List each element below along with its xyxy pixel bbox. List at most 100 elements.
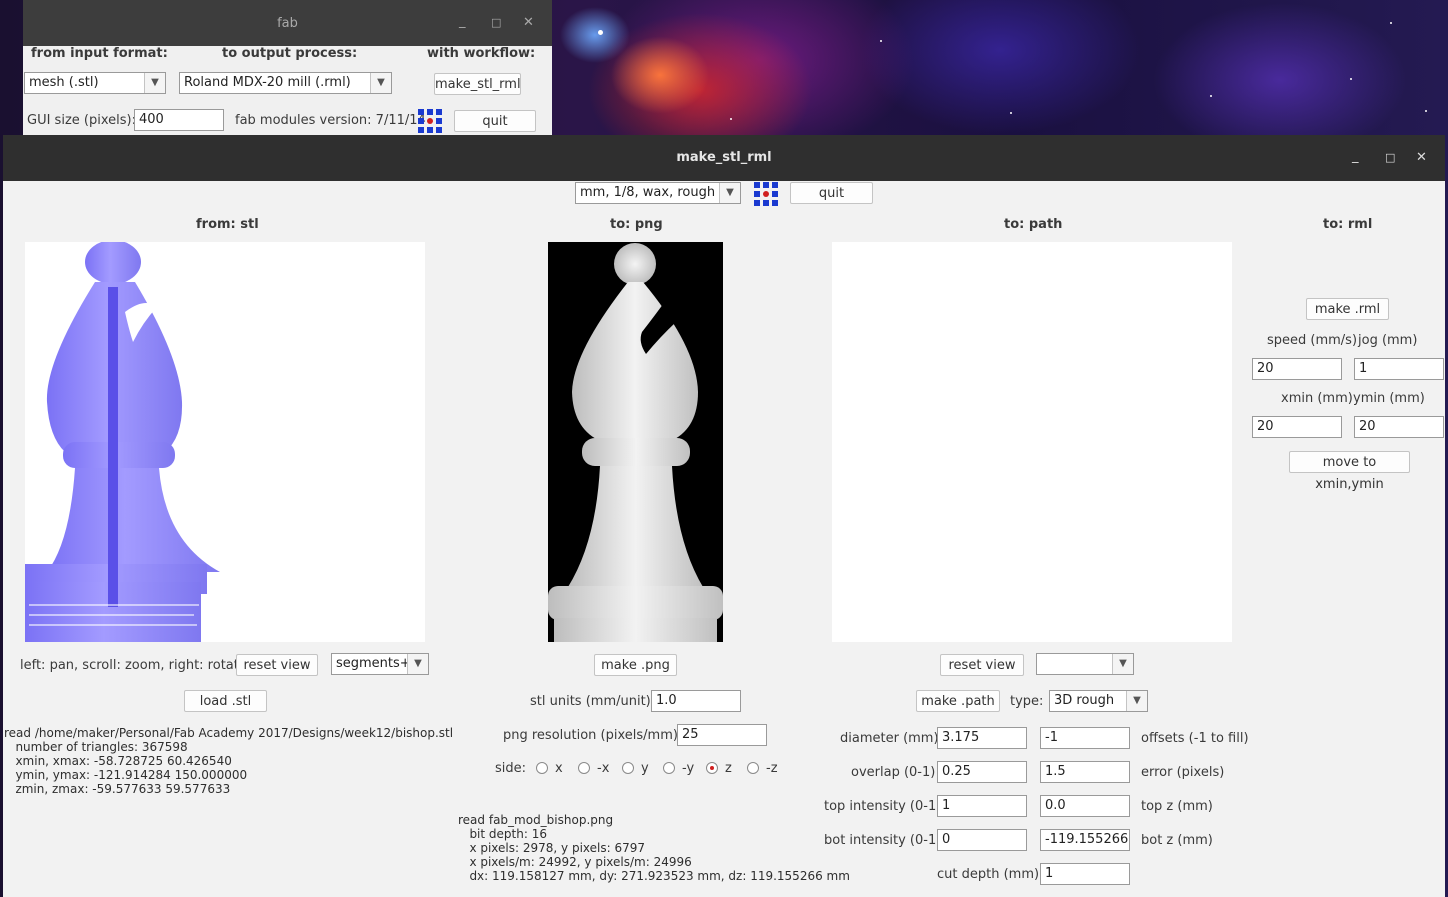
log-line: x pixels/m: 24992, y pixels/m: 24996 — [458, 855, 692, 869]
make-path-button[interactable]: make .path — [916, 690, 1000, 712]
offsets-input[interactable]: -1 — [1040, 727, 1130, 749]
log-line: bit depth: 16 — [458, 827, 547, 841]
fab-logo-icon — [754, 182, 778, 206]
top-z-input[interactable]: 0.0 — [1040, 795, 1130, 817]
log-line: ymin, ymax: -121.914284 150.000000 — [4, 768, 248, 782]
close-icon[interactable]: ✕ — [1416, 150, 1427, 165]
chevron-down-icon: ▼ — [1112, 654, 1133, 674]
path-type-label: type: — [1010, 694, 1044, 709]
minimize-icon[interactable]: _ — [1352, 149, 1359, 164]
top-intensity-label: top intensity (0-1) — [824, 799, 942, 814]
xmin-label: xmin (mm) — [1281, 391, 1353, 406]
side-option-label: x — [555, 761, 563, 776]
input-format-select[interactable]: mesh (.stl) ▼ — [24, 72, 166, 94]
log-line: dx: 119.158127 mm, dy: 271.923523 mm, dz… — [458, 869, 850, 883]
version-text: fab modules version: 7/11/14 — [235, 113, 426, 128]
error-label: error (pixels) — [1141, 765, 1225, 780]
bot-intensity-label: bot intensity (0-1) — [824, 833, 942, 848]
rml-header: to: rml — [1323, 217, 1373, 232]
png-viewer-canvas[interactable] — [548, 242, 723, 642]
error-input[interactable]: 1.5 — [1040, 761, 1130, 783]
stl-view-hint: left: pan, scroll: zoom, right: rotate — [20, 658, 247, 673]
output-process-select[interactable]: Roland MDX-20 mill (.rml) ▼ — [179, 72, 392, 94]
speed-label: speed (mm/s) — [1267, 333, 1358, 348]
overlap-label: overlap (0-1) — [851, 765, 936, 780]
stl-units-label: stl units (mm/unit): — [530, 694, 656, 709]
workflow-button[interactable]: make_stl_rml — [434, 73, 521, 95]
main-quit-button[interactable]: quit — [790, 182, 873, 204]
side-radio-neg-z[interactable] — [747, 762, 759, 774]
preset-select[interactable]: mm, 1/8, wax, rough ▼ — [575, 182, 741, 204]
make-stl-rml-window: make_stl_rml _ □ ✕ mm, 1/8, wax, rough ▼… — [3, 135, 1445, 897]
cut-depth-input[interactable]: 1 — [1040, 863, 1130, 885]
jog-label: jog (mm) — [1358, 333, 1418, 348]
chevron-down-icon: ▼ — [144, 73, 165, 93]
side-option-label: -x — [597, 761, 610, 776]
fab-window-title: fab — [23, 0, 552, 46]
star — [1425, 110, 1427, 112]
input-format-header: from input format: — [31, 46, 168, 61]
fab-quit-button[interactable]: quit — [454, 110, 536, 132]
side-radio-neg-y[interactable] — [663, 762, 675, 774]
chevron-down-icon: ▼ — [1126, 691, 1147, 711]
stl-bishop-render — [25, 240, 220, 642]
star — [598, 30, 603, 35]
log-line: read /home/maker/Personal/Fab Academy 20… — [4, 726, 454, 740]
side-radio-x[interactable] — [536, 762, 548, 774]
star — [1390, 22, 1392, 24]
bot-intensity-input[interactable]: 0 — [937, 829, 1027, 851]
star — [1350, 78, 1352, 80]
side-option-label: -z — [766, 761, 778, 776]
path-type-select[interactable]: 3D rough ▼ — [1049, 690, 1148, 712]
stl-reset-view-button[interactable]: reset view — [236, 654, 318, 676]
bot-z-input[interactable]: -119.155266 — [1040, 829, 1130, 851]
maximize-icon[interactable]: □ — [491, 16, 501, 29]
gui-size-input[interactable]: 400 — [134, 109, 224, 131]
side-radio-z[interactable] — [706, 762, 718, 774]
path-viewer-canvas[interactable] — [832, 242, 1232, 642]
side-option-label: -y — [682, 761, 695, 776]
minimize-icon[interactable]: _ — [459, 14, 466, 29]
workflow-header: with workflow: — [427, 46, 536, 61]
top-intensity-input[interactable]: 1 — [937, 795, 1027, 817]
chevron-down-icon: ▼ — [719, 183, 740, 203]
side-option-label: z — [725, 761, 732, 776]
top-z-label: top z (mm) — [1141, 799, 1213, 814]
fab-window: fab _ □ ✕ from input format: to output p… — [23, 0, 552, 135]
side-option-label: y — [641, 761, 649, 776]
cut-depth-label: cut depth (mm) — [937, 867, 1040, 882]
xmin-input[interactable]: 20 — [1252, 416, 1342, 438]
move-to-xmin-ymin-button[interactable]: move to xmin,ymin — [1289, 451, 1410, 492]
path-reset-view-button[interactable]: reset view — [940, 654, 1024, 676]
bot-z-label: bot z (mm) — [1141, 833, 1213, 848]
diameter-input[interactable]: 3.175 — [937, 727, 1027, 749]
make-png-button[interactable]: make .png — [594, 654, 677, 676]
stl-viewer-canvas[interactable] — [25, 240, 425, 642]
log-line: x pixels: 2978, y pixels: 6797 — [458, 841, 646, 855]
overlap-input[interactable]: 0.25 — [937, 761, 1027, 783]
star — [1210, 95, 1212, 97]
main-window-title: make_stl_rml — [3, 135, 1445, 181]
png-log: read fab_mod_bishop.png bit depth: 16 x … — [458, 813, 850, 883]
side-radio-y[interactable] — [622, 762, 634, 774]
maximize-icon[interactable]: □ — [1385, 151, 1395, 164]
stl-header: from: stl — [196, 217, 259, 232]
stl-mode-select[interactable]: segments+ ▼ — [331, 653, 429, 675]
chevron-down-icon: ▼ — [407, 654, 428, 674]
speed-input[interactable]: 20 — [1252, 358, 1342, 380]
fab-logo-icon — [418, 109, 442, 133]
log-line: read fab_mod_bishop.png — [458, 813, 614, 827]
load-stl-button[interactable]: load .stl — [184, 690, 267, 712]
side-radio-neg-x[interactable] — [578, 762, 590, 774]
png-resolution-label: png resolution (pixels/mm): — [503, 728, 683, 743]
close-icon[interactable]: ✕ — [523, 15, 534, 30]
diameter-label: diameter (mm) — [840, 731, 939, 746]
stl-units-input[interactable]: 1.0 — [651, 690, 741, 712]
ymin-input[interactable]: 20 — [1354, 416, 1444, 438]
jog-input[interactable]: 1 — [1354, 358, 1444, 380]
side-label: side: — [495, 761, 527, 776]
path-view-select[interactable]: ▼ — [1036, 653, 1134, 675]
make-rml-button[interactable]: make .rml — [1306, 298, 1389, 320]
stl-log: read /home/maker/Personal/Fab Academy 20… — [4, 726, 453, 796]
png-resolution-input[interactable]: 25 — [677, 724, 767, 746]
